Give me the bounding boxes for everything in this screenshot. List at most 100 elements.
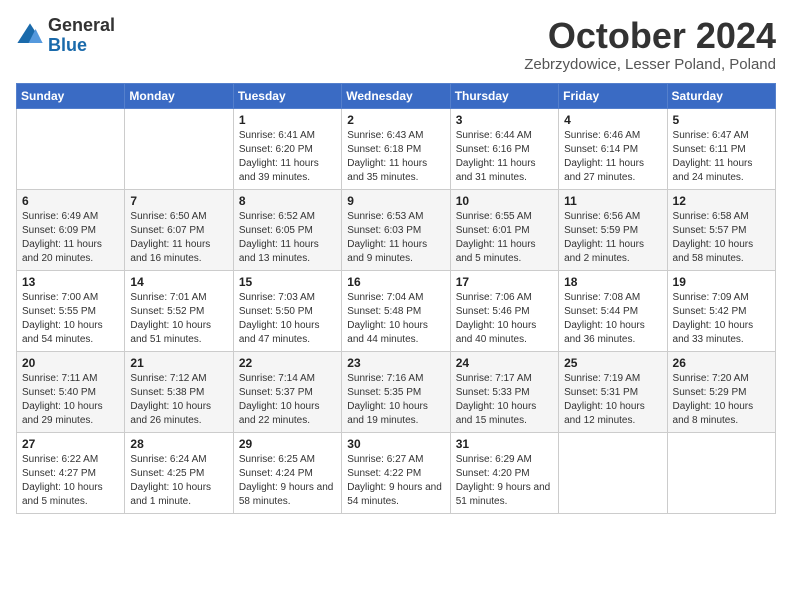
day-number: 29 — [239, 437, 336, 451]
day-content: Sunrise: 6:22 AM Sunset: 4:27 PM Dayligh… — [22, 453, 119, 509]
day-content: Sunrise: 7:12 AM Sunset: 5:38 PM Dayligh… — [130, 372, 227, 428]
calendar-cell: 21 Sunrise: 7:12 AM Sunset: 5:38 PM Dayli… — [125, 351, 233, 432]
weekday-header: Saturday — [667, 83, 775, 108]
day-number: 26 — [673, 356, 770, 370]
calendar-cell: 28Sunrise: 6:24 AM Sunset: 4:25 PM Dayli… — [125, 432, 233, 513]
calendar-cell: 13Sunrise: 7:00 AM Sunset: 5:55 PM Dayli… — [17, 270, 125, 351]
day-content: Sunrise: 6:24 AM Sunset: 4:25 PM Dayligh… — [130, 453, 227, 509]
day-content: Sunrise: 6:27 AM Sunset: 4:22 PM Dayligh… — [347, 453, 444, 509]
day-content: Sunrise: 6:58 AM Sunset: 5:57 PM Dayligh… — [673, 210, 770, 266]
calendar-cell: 31Sunrise: 6:29 AM Sunset: 4:20 PM Dayli… — [450, 432, 558, 513]
day-number: 18 — [564, 275, 661, 289]
calendar-cell — [667, 432, 775, 513]
weekday-header: Wednesday — [342, 83, 450, 108]
calendar-cell: 19 Sunrise: 7:09 AM Sunset: 5:42 PM Dayli… — [667, 270, 775, 351]
weekday-header: Monday — [125, 83, 233, 108]
day-number: 17 — [456, 275, 553, 289]
day-content: Sunrise: 6:29 AM Sunset: 4:20 PM Dayligh… — [456, 453, 553, 509]
day-number: 1 — [239, 113, 336, 127]
calendar-cell: 1 Sunrise: 6:41 AM Sunset: 6:20 PM Daylig… — [233, 108, 341, 189]
day-number: 19 — [673, 275, 770, 289]
weekday-header: Tuesday — [233, 83, 341, 108]
day-number: 16 — [347, 275, 444, 289]
calendar-cell: 30 Sunrise: 6:27 AM Sunset: 4:22 PM Dayli… — [342, 432, 450, 513]
weekday-header: Friday — [559, 83, 667, 108]
calendar-cell: 27 Sunrise: 6:22 AM Sunset: 4:27 PM Dayli… — [17, 432, 125, 513]
day-content: Sunrise: 6:46 AM Sunset: 6:14 PM Dayligh… — [564, 129, 661, 185]
calendar-cell: 25Sunrise: 7:19 AM Sunset: 5:31 PM Dayli… — [559, 351, 667, 432]
day-number: 15 — [239, 275, 336, 289]
day-number: 4 — [564, 113, 661, 127]
calendar-cell — [559, 432, 667, 513]
calendar-cell: 22Sunrise: 7:14 AM Sunset: 5:37 PM Dayli… — [233, 351, 341, 432]
day-number: 3 — [456, 113, 553, 127]
day-number: 12 — [673, 194, 770, 208]
day-content: Sunrise: 7:08 AM Sunset: 5:44 PM Dayligh… — [564, 291, 661, 347]
day-number: 8 — [239, 194, 336, 208]
day-content: Sunrise: 6:44 AM Sunset: 6:16 PM Dayligh… — [456, 129, 553, 185]
day-content: Sunrise: 7:11 AM Sunset: 5:40 PM Dayligh… — [22, 372, 119, 428]
day-content: Sunrise: 7:03 AM Sunset: 5:50 PM Dayligh… — [239, 291, 336, 347]
weekday-header-row: SundayMondayTuesdayWednesdayThursdayFrid… — [17, 83, 776, 108]
calendar-cell: 12 Sunrise: 6:58 AM Sunset: 5:57 PM Dayli… — [667, 189, 775, 270]
day-number: 24 — [456, 356, 553, 370]
calendar-cell: 18 Sunrise: 7:08 AM Sunset: 5:44 PM Dayli… — [559, 270, 667, 351]
logo-general-text: General — [48, 16, 115, 36]
day-content: Sunrise: 7:16 AM Sunset: 5:35 PM Dayligh… — [347, 372, 444, 428]
calendar-week-row: 13Sunrise: 7:00 AM Sunset: 5:55 PM Dayli… — [17, 270, 776, 351]
day-content: Sunrise: 7:20 AM Sunset: 5:29 PM Dayligh… — [673, 372, 770, 428]
calendar-cell — [17, 108, 125, 189]
calendar-cell: 17 Sunrise: 7:06 AM Sunset: 5:46 PM Dayli… — [450, 270, 558, 351]
day-number: 2 — [347, 113, 444, 127]
calendar-cell: 24Sunrise: 7:17 AM Sunset: 5:33 PM Dayli… — [450, 351, 558, 432]
calendar-cell: 6Sunrise: 6:49 AM Sunset: 6:09 PM Daylig… — [17, 189, 125, 270]
day-number: 10 — [456, 194, 553, 208]
day-number: 11 — [564, 194, 661, 208]
calendar-cell: 9 Sunrise: 6:53 AM Sunset: 6:03 PM Daylig… — [342, 189, 450, 270]
day-number: 9 — [347, 194, 444, 208]
month-title: October 2024 — [524, 16, 776, 56]
day-number: 30 — [347, 437, 444, 451]
weekday-header: Thursday — [450, 83, 558, 108]
calendar-cell: 7 Sunrise: 6:50 AM Sunset: 6:07 PM Daylig… — [125, 189, 233, 270]
day-content: Sunrise: 6:43 AM Sunset: 6:18 PM Dayligh… — [347, 129, 444, 185]
day-number: 21 — [130, 356, 227, 370]
calendar-table: SundayMondayTuesdayWednesdayThursdayFrid… — [16, 83, 776, 514]
day-content: Sunrise: 7:06 AM Sunset: 5:46 PM Dayligh… — [456, 291, 553, 347]
calendar-cell: 10 Sunrise: 6:55 AM Sunset: 6:01 PM Dayli… — [450, 189, 558, 270]
day-number: 20 — [22, 356, 119, 370]
day-content: Sunrise: 6:49 AM Sunset: 6:09 PM Dayligh… — [22, 210, 119, 266]
day-number: 22 — [239, 356, 336, 370]
page-header: General Blue October 2024 Zebrzydowice, … — [16, 16, 776, 73]
day-content: Sunrise: 6:25 AM Sunset: 4:24 PM Dayligh… — [239, 453, 336, 509]
day-content: Sunrise: 6:50 AM Sunset: 6:07 PM Dayligh… — [130, 210, 227, 266]
day-number: 25 — [564, 356, 661, 370]
calendar-cell: 2 Sunrise: 6:43 AM Sunset: 6:18 PM Daylig… — [342, 108, 450, 189]
calendar-cell: 8Sunrise: 6:52 AM Sunset: 6:05 PM Daylig… — [233, 189, 341, 270]
day-number: 7 — [130, 194, 227, 208]
calendar-cell: 15 Sunrise: 7:03 AM Sunset: 5:50 PM Dayli… — [233, 270, 341, 351]
calendar-cell: 4 Sunrise: 6:46 AM Sunset: 6:14 PM Daylig… — [559, 108, 667, 189]
calendar-cell: 14 Sunrise: 7:01 AM Sunset: 5:52 PM Dayli… — [125, 270, 233, 351]
calendar-week-row: 20 Sunrise: 7:11 AM Sunset: 5:40 PM Dayli… — [17, 351, 776, 432]
calendar-cell: 16 Sunrise: 7:04 AM Sunset: 5:48 PM Dayli… — [342, 270, 450, 351]
day-content: Sunrise: 6:41 AM Sunset: 6:20 PM Dayligh… — [239, 129, 336, 185]
logo-blue-text: Blue — [48, 36, 115, 56]
day-content: Sunrise: 6:55 AM Sunset: 6:01 PM Dayligh… — [456, 210, 553, 266]
day-content: Sunrise: 7:01 AM Sunset: 5:52 PM Dayligh… — [130, 291, 227, 347]
calendar-cell: 26 Sunrise: 7:20 AM Sunset: 5:29 PM Dayli… — [667, 351, 775, 432]
day-content: Sunrise: 6:56 AM Sunset: 5:59 PM Dayligh… — [564, 210, 661, 266]
calendar-cell: 11 Sunrise: 6:56 AM Sunset: 5:59 PM Dayli… — [559, 189, 667, 270]
weekday-header: Sunday — [17, 83, 125, 108]
day-number: 23 — [347, 356, 444, 370]
calendar-cell: 29 Sunrise: 6:25 AM Sunset: 4:24 PM Dayli… — [233, 432, 341, 513]
day-content: Sunrise: 7:04 AM Sunset: 5:48 PM Dayligh… — [347, 291, 444, 347]
day-content: Sunrise: 6:47 AM Sunset: 6:11 PM Dayligh… — [673, 129, 770, 185]
calendar-week-row: 27 Sunrise: 6:22 AM Sunset: 4:27 PM Dayli… — [17, 432, 776, 513]
day-number: 14 — [130, 275, 227, 289]
day-number: 27 — [22, 437, 119, 451]
day-content: Sunrise: 6:53 AM Sunset: 6:03 PM Dayligh… — [347, 210, 444, 266]
title-area: October 2024 Zebrzydowice, Lesser Poland… — [524, 16, 776, 73]
day-number: 13 — [22, 275, 119, 289]
day-content: Sunrise: 7:09 AM Sunset: 5:42 PM Dayligh… — [673, 291, 770, 347]
